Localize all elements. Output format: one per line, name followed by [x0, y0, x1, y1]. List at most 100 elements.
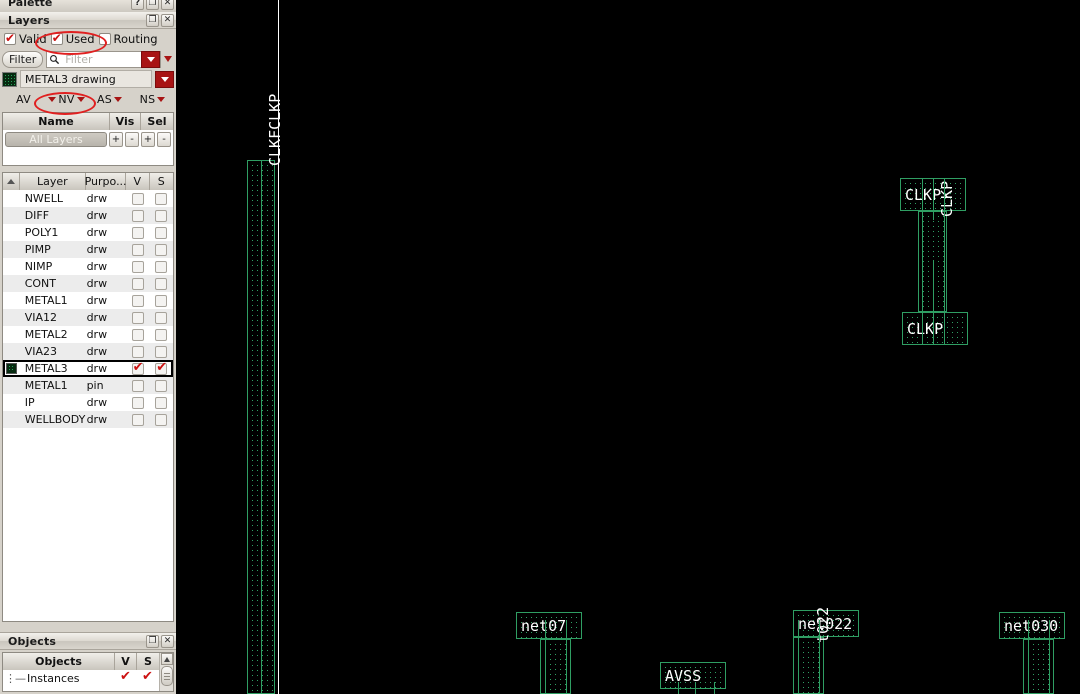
layer-visible-checkbox[interactable] — [131, 260, 144, 273]
layer-visible-checkbox[interactable] — [131, 243, 144, 256]
col-s[interactable]: S — [150, 173, 173, 190]
layer-selectable-cell[interactable] — [149, 226, 173, 239]
layer-row-nwell-drw[interactable]: NWELL drw — [3, 190, 173, 207]
layer-visible-checkbox[interactable] — [131, 209, 144, 222]
valid-checkbox-item[interactable]: Valid — [4, 31, 47, 46]
layer-selectable-cell[interactable] — [149, 260, 173, 273]
col-purpose[interactable]: Purpo... — [85, 173, 127, 190]
palette-help-button[interactable]: ? — [131, 0, 144, 10]
layer-selectable-checkbox[interactable] — [155, 360, 168, 375]
layer-visible-checkbox[interactable] — [131, 311, 144, 324]
nv-mode-item[interactable]: NV — [45, 93, 88, 106]
layer-selectable-cell[interactable] — [149, 311, 173, 324]
layer-visible-checkbox[interactable] — [131, 226, 144, 239]
layer-selectable-checkbox[interactable] — [155, 192, 168, 205]
layer-visible-cell[interactable] — [126, 294, 150, 307]
layer-selectable-checkbox[interactable] — [155, 277, 168, 290]
layer-selectable-cell[interactable] — [149, 209, 173, 222]
layer-visible-cell[interactable] — [126, 379, 150, 392]
layer-visible-checkbox[interactable] — [131, 192, 144, 205]
all-layers-button[interactable]: All Layers — [5, 132, 107, 147]
layer-visible-cell[interactable] — [126, 311, 150, 324]
layer-selectable-cell[interactable] — [149, 243, 173, 256]
filter-dropdown-button[interactable] — [141, 50, 160, 68]
chevron-down-icon[interactable] — [157, 96, 166, 102]
layer-selectable-cell[interactable] — [149, 379, 173, 392]
layer-visible-cell[interactable] — [126, 413, 150, 426]
layer-row-metal2-drw[interactable]: METAL2 drw — [3, 326, 173, 343]
current-layer-value[interactable]: METAL3 drawing — [20, 70, 152, 88]
object-visible-checkbox[interactable] — [120, 669, 132, 685]
filter-search-input[interactable] — [63, 51, 138, 67]
layer-row-diff-drw[interactable]: DIFF drw — [3, 207, 173, 224]
layer-visible-checkbox[interactable] — [131, 379, 144, 392]
layer-visible-cell[interactable] — [126, 226, 150, 239]
palette-close-button[interactable]: ✕ — [161, 0, 174, 10]
objects-close-button[interactable]: ✕ — [161, 634, 174, 648]
layer-selectable-cell[interactable] — [149, 360, 173, 375]
sel-minus-button[interactable]: - — [157, 132, 171, 147]
vis-minus-button[interactable]: - — [125, 132, 139, 147]
layer-visible-cell[interactable] — [126, 260, 150, 273]
layers-close-button[interactable]: ✕ — [161, 13, 174, 27]
layer-selectable-checkbox[interactable] — [155, 328, 168, 341]
object-visible-cell[interactable] — [115, 669, 137, 685]
objects-undock-button[interactable]: ❐ — [146, 634, 159, 648]
layer-visible-checkbox[interactable] — [131, 328, 144, 341]
object-selectable-cell[interactable] — [137, 669, 159, 685]
layer-visible-checkbox[interactable] — [131, 294, 144, 307]
used-checkbox-item[interactable]: Used — [50, 31, 95, 46]
layer-visible-checkbox[interactable] — [131, 396, 144, 409]
layer-selectable-checkbox[interactable] — [155, 413, 168, 426]
layer-visible-cell[interactable] — [126, 360, 150, 375]
layer-selectable-checkbox[interactable] — [155, 226, 168, 239]
layer-visible-checkbox[interactable] — [131, 277, 144, 290]
valid-checkbox[interactable] — [4, 31, 16, 45]
scroll-up-button[interactable] — [160, 653, 173, 665]
layer-selectable-cell[interactable] — [149, 345, 173, 358]
layer-selectable-checkbox[interactable] — [155, 345, 168, 358]
chevron-down-icon[interactable] — [76, 96, 85, 102]
sort-column-button[interactable] — [3, 173, 20, 190]
layer-row-via12-drw[interactable]: VIA12 drw — [3, 309, 173, 326]
layer-visible-cell[interactable] — [126, 345, 150, 358]
filter-search-box[interactable] — [46, 50, 161, 68]
layer-selectable-cell[interactable] — [149, 277, 173, 290]
layer-selectable-checkbox[interactable] — [155, 243, 168, 256]
layer-row-cont-drw[interactable]: CONT drw — [3, 275, 173, 292]
used-checkbox[interactable] — [50, 31, 63, 45]
layer-visible-checkbox[interactable] — [131, 360, 144, 375]
av-mode-item[interactable]: AV — [2, 93, 45, 106]
col-v[interactable]: V — [126, 173, 150, 190]
col-layer[interactable]: Layer — [20, 173, 87, 190]
layer-selectable-cell[interactable] — [149, 294, 173, 307]
object-selectable-checkbox[interactable] — [142, 669, 154, 685]
routing-checkbox-item[interactable]: Routing — [98, 32, 158, 46]
layer-visible-cell[interactable] — [126, 328, 150, 341]
layer-visible-cell[interactable] — [126, 209, 150, 222]
layer-selectable-checkbox[interactable] — [155, 396, 168, 409]
layer-selectable-checkbox[interactable] — [155, 294, 168, 307]
layer-visible-cell[interactable] — [126, 277, 150, 290]
layer-visible-cell[interactable] — [126, 396, 150, 409]
layer-selectable-checkbox[interactable] — [155, 379, 168, 392]
layer-selectable-checkbox[interactable] — [155, 260, 168, 273]
layer-selectable-cell[interactable] — [149, 328, 173, 341]
routing-checkbox[interactable] — [98, 33, 111, 45]
chevron-down-icon[interactable] — [114, 96, 123, 102]
current-layer-dropdown-button[interactable] — [155, 70, 174, 88]
layer-selectable-checkbox[interactable] — [155, 209, 168, 222]
layer-row-metal1-pin[interactable]: METAL1 pin — [3, 377, 173, 394]
layers-undock-button[interactable]: ❐ — [146, 13, 159, 27]
chevron-down-icon[interactable] — [48, 96, 57, 102]
layer-row-pimp-drw[interactable]: PIMP drw — [3, 241, 173, 258]
layer-visible-checkbox[interactable] — [131, 413, 144, 426]
layer-row-metal3-drw[interactable]: METAL3 drw — [3, 360, 173, 377]
layer-selectable-cell[interactable] — [149, 413, 173, 426]
sel-plus-button[interactable]: + — [141, 132, 155, 147]
objects-scrollbar[interactable] — [159, 653, 173, 691]
layer-selectable-cell[interactable] — [149, 192, 173, 205]
vis-plus-button[interactable]: + — [109, 132, 123, 147]
palette-undock-button[interactable]: ❐ — [146, 0, 159, 10]
layer-row-metal1-drw[interactable]: METAL1 drw — [3, 292, 173, 309]
